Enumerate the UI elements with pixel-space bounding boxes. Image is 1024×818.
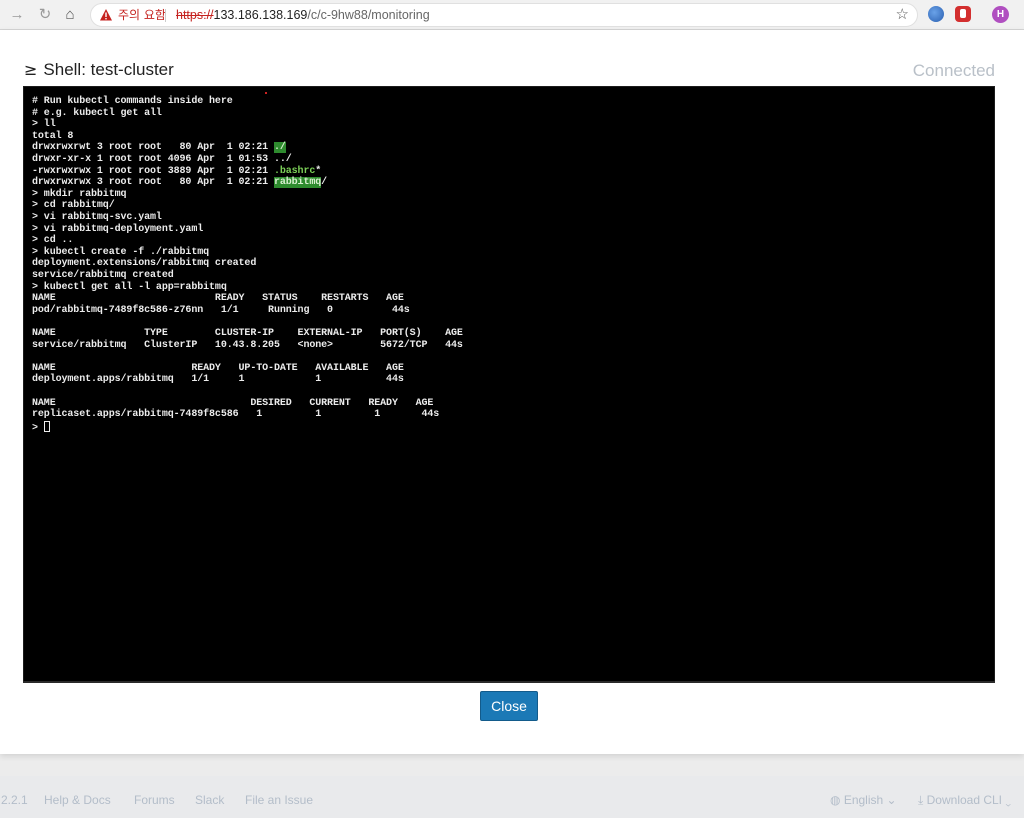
terminal-line: > cd .. — [32, 235, 74, 247]
terminal-line: > kubectl get all -l app=rabbitmq — [32, 281, 227, 293]
terminal-line: -rwxrwxrwx 1 root root 3889 Apr 1 02:21 … — [32, 165, 322, 177]
terminal-line: deployment.extensions/rabbitmq created — [32, 258, 257, 270]
terminal-line: NAME DESIRED CURRENT READY AGE — [32, 397, 434, 409]
download-cli-label: Download CLI — [926, 793, 1003, 807]
terminal-line: > cd rabbitmq/ — [32, 200, 115, 212]
terminal-line: service/rabbitmq created — [32, 270, 174, 281]
warning-icon — [100, 9, 112, 21]
url-host: 133.186.138.169 — [213, 8, 308, 22]
terminal[interactable]: # Run kubectl commands inside here # e.g.… — [23, 86, 995, 682]
url-divider — [165, 9, 166, 22]
language-label: English — [843, 793, 884, 807]
url-scheme: https:// — [176, 8, 214, 22]
terminal-line: pod/rabbitmq-7489f8c586-z76nn 1/1 Runnin… — [32, 304, 410, 316]
footer: 2.2.1 Help & Docs Forums Slack File an I… — [0, 776, 1024, 818]
language-selector[interactable]: ◍ English ⌄ — [830, 793, 897, 807]
address-bar[interactable]: 주의 요함 https://133.186.138.169/c/c-9hw88/… — [90, 3, 918, 27]
terminal-cursor — [43, 420, 50, 432]
terminal-line: deployment.apps/rabbitmq 1/1 1 1 44s — [32, 374, 404, 386]
shell-modal: ≥ Shell: test-cluster Connected # Run kub… — [0, 30, 1024, 754]
terminal-line: NAME TYPE CLUSTER-IP EXTERNAL-IP PORT(S)… — [32, 328, 463, 339]
terminal-line: > vi rabbitmq-svc.yaml — [32, 212, 162, 223]
footer-link-help[interactable]: Help & Docs — [44, 793, 111, 807]
terminal-line: > mkdir rabbitmq — [32, 188, 127, 200]
download-cli-link[interactable]: ⤓ Download CLI ⌄ — [918, 793, 1011, 807]
terminal-line: drwxrwxrwt 3 root root 80 Apr 1 02:21 ./ — [32, 142, 286, 154]
shell-icon: ≥ — [24, 60, 38, 79]
url-path: /c/c-9hw88/monitoring — [307, 8, 430, 22]
extension-globe-icon[interactable] — [928, 6, 944, 22]
terminal-line: # e.g. kubectl get all — [32, 107, 162, 119]
footer-link-slack[interactable]: Slack — [195, 793, 224, 807]
home-icon[interactable]: ⌂ — [61, 6, 79, 24]
terminal-bottom-border — [23, 681, 995, 683]
reload-icon[interactable]: ↻ — [36, 6, 54, 24]
modal-title-text: Shell: test-cluster — [43, 60, 174, 79]
ls-bashrc: .bashrc — [273, 165, 316, 177]
terminal-line: > — [32, 420, 50, 434]
extension-adblock-icon[interactable] — [955, 6, 971, 22]
terminal-line: > vi rabbitmq-deployment.yaml — [32, 223, 204, 235]
connection-status: Connected — [912, 61, 995, 80]
bookmark-star-icon[interactable]: ☆ — [896, 6, 909, 24]
terminal-line: # Run kubectl commands inside here — [32, 96, 233, 107]
url-text[interactable]: https://133.186.138.169/c/c-9hw88/monito… — [176, 8, 430, 23]
security-warning[interactable]: 주의 요함 — [118, 8, 166, 23]
terminal-line: total 8 — [32, 130, 74, 142]
terminal-line: service/rabbitmq ClusterIP 10.43.8.205 <… — [32, 339, 463, 351]
modal-title: ≥ Shell: test-cluster — [24, 60, 174, 80]
footer-link-issue[interactable]: File an Issue — [245, 793, 313, 807]
terminal-line: > ll — [32, 119, 56, 131]
footer-version: 2.2.1 — [1, 793, 28, 807]
forward-icon[interactable]: → — [8, 6, 26, 24]
terminal-line: drwxr-xr-x 1 root root 4096 Apr 1 01:53 … — [32, 154, 292, 165]
browser-toolbar: → ↻ ⌂ 주의 요함 https://133.186.138.169/c/c-… — [0, 0, 1024, 30]
terminal-line: NAME READY STATUS RESTARTS AGE — [32, 293, 404, 305]
footer-link-forums[interactable]: Forums — [134, 793, 175, 807]
ls-current-dir: ./ — [273, 142, 286, 154]
terminal-line: replicaset.apps/rabbitmq-7489f8c586 1 1 … — [32, 409, 440, 421]
terminal-line: drwxrwxrwx 3 root root 80 Apr 1 02:21 ra… — [32, 177, 328, 189]
close-button[interactable]: Close — [480, 691, 538, 721]
terminal-line: > kubectl create -f ./rabbitmq — [32, 246, 210, 258]
profile-avatar[interactable]: H — [992, 6, 1009, 23]
terminal-artifact — [265, 92, 267, 94]
terminal-line: NAME READY UP-TO-DATE AVAILABLE AGE — [32, 362, 404, 374]
ls-rabbitmq-dir: rabbitmq — [273, 177, 322, 189]
